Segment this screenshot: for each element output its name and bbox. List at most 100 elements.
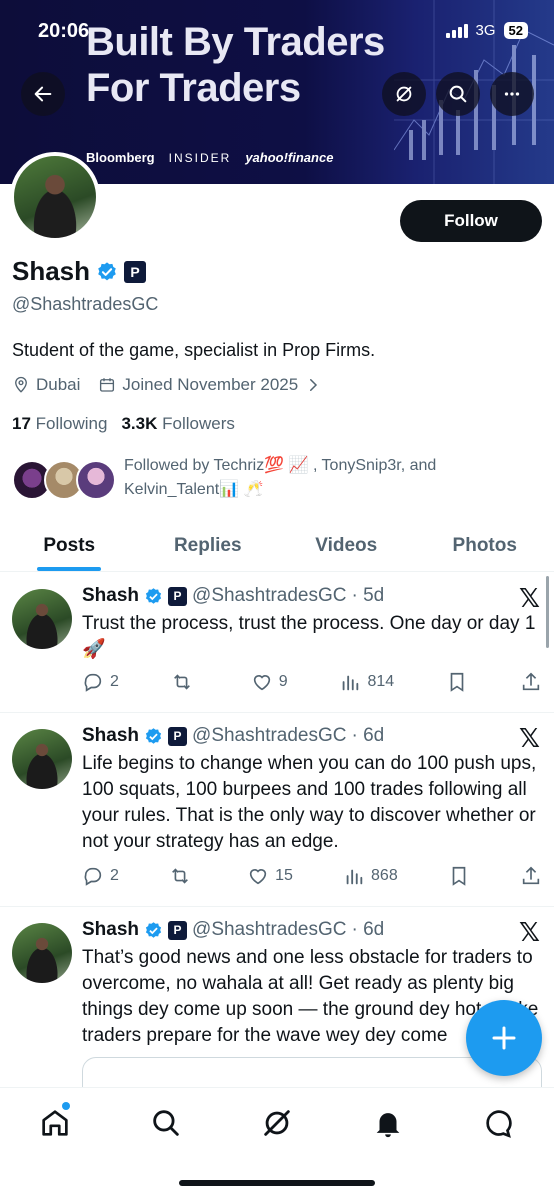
search-icon <box>153 1110 179 1136</box>
more-button[interactable] <box>490 72 534 116</box>
share-button[interactable] <box>520 671 542 693</box>
profile-bio: Student of the game, specialist in Prop … <box>12 340 376 360</box>
quoted-post[interactable] <box>82 1057 542 1087</box>
share-icon <box>522 866 540 885</box>
view-count: 814 <box>367 673 395 690</box>
post-header: Shash P @ShashtradesGC · 5d <box>82 585 384 607</box>
followers-count: 3.3K <box>121 414 158 433</box>
battery-icon: 52 <box>503 22 528 39</box>
retweet-button[interactable] <box>169 865 197 887</box>
heart-icon <box>249 869 267 885</box>
nav-search[interactable] <box>149 1106 183 1140</box>
post[interactable]: Shash P @ShashtradesGC · 6d 𝕏 That’s goo… <box>0 907 554 1087</box>
post-author-name: Shash <box>82 725 140 746</box>
post-author-handle: @ShashtradesGC <box>192 725 347 746</box>
nav-notifications[interactable] <box>371 1106 405 1140</box>
grok-button[interactable] <box>382 72 426 116</box>
post-text: Life begins to change when you can do 10… <box>82 753 537 852</box>
back-button[interactable] <box>21 72 65 116</box>
following-link[interactable]: 17 Following <box>12 414 107 434</box>
grok-icon <box>264 1110 290 1136</box>
tab-replies[interactable]: Replies <box>139 520 278 571</box>
notification-dot <box>62 1102 70 1110</box>
profile-handle: @ShashtradesGC <box>12 294 159 314</box>
tab-posts[interactable]: Posts <box>0 520 139 571</box>
nav-home[interactable] <box>38 1106 72 1140</box>
post-author-handle: @ShashtradesGC <box>192 919 347 940</box>
retweet-icon <box>172 868 188 884</box>
bookmark-button[interactable] <box>446 671 468 693</box>
reply-count: 2 <box>110 673 119 690</box>
post-time: · 6d <box>351 919 385 940</box>
avatar[interactable] <box>12 729 72 789</box>
verified-badge-icon <box>145 587 162 604</box>
nav-grok[interactable] <box>260 1106 294 1140</box>
home-icon <box>42 1110 68 1136</box>
views-button[interactable]: 814 <box>339 671 394 693</box>
bookmark-button[interactable] <box>448 865 470 887</box>
home-indicator <box>179 1180 375 1186</box>
signal-icon <box>445 23 468 38</box>
banner-headline-2: For Traders <box>86 66 301 110</box>
view-count: 868 <box>371 867 398 884</box>
more-icon <box>504 92 520 96</box>
joined-date[interactable]: Joined November 2025 <box>98 375 322 395</box>
scrollbar[interactable] <box>546 576 549 648</box>
post[interactable]: Shash P @ShashtradesGC · 6d 𝕏 Life begin… <box>0 713 554 907</box>
nav-messages[interactable] <box>482 1106 516 1140</box>
location-text: Dubai <box>36 375 81 394</box>
search-icon <box>449 85 467 103</box>
post-time: · 5d <box>351 585 385 606</box>
location: Dubai <box>12 375 80 395</box>
verified-badge-icon <box>145 921 162 938</box>
share-icon <box>522 672 540 691</box>
post[interactable]: Shash P @ShashtradesGC · 5d 𝕏 Trust the … <box>0 573 554 713</box>
views-button[interactable]: 868 <box>343 865 398 887</box>
avatar[interactable] <box>12 923 72 983</box>
bell-icon <box>376 1113 400 1138</box>
network-type: 3G <box>475 22 496 39</box>
profile-name: Shash <box>12 256 91 286</box>
post-author-name: Shash <box>82 585 140 606</box>
yahoo-finance-logo: yahoo!finance <box>245 150 334 165</box>
post-header: Shash P @ShashtradesGC · 6d <box>82 725 384 747</box>
tab-videos[interactable]: Videos <box>277 520 416 571</box>
verified-badge-icon[interactable] <box>96 261 118 283</box>
reply-icon <box>84 673 102 692</box>
insider-logo: INSIDER <box>168 150 232 165</box>
profile-tabs: Posts Replies Videos Photos <box>0 520 554 572</box>
share-button[interactable] <box>520 865 542 887</box>
like-button[interactable]: 9 <box>251 671 288 693</box>
search-button[interactable] <box>436 72 480 116</box>
follow-counts: 17 Following 3.3K Followers <box>12 414 235 434</box>
tab-photos[interactable]: Photos <box>416 520 554 571</box>
followers-label: Followers <box>162 414 235 433</box>
profile-avatar[interactable] <box>10 152 100 242</box>
x-logo-icon: 𝕏 <box>519 917 540 947</box>
follow-button[interactable]: Follow <box>400 200 542 242</box>
back-arrow-icon <box>34 86 52 102</box>
retweet-button[interactable] <box>171 671 199 693</box>
followed-by-text: Followed by Techriz💯 📈 , TonySnip3r, and… <box>124 457 437 498</box>
plus-icon <box>492 1026 516 1050</box>
compose-button[interactable] <box>466 1000 542 1076</box>
message-icon <box>486 1110 512 1138</box>
like-button[interactable]: 15 <box>247 865 293 887</box>
following-label: Following <box>35 414 108 433</box>
calendar-icon <box>100 378 115 392</box>
avatar <box>76 460 116 500</box>
followers-link[interactable]: 3.3K Followers <box>121 414 234 434</box>
reply-count: 2 <box>110 867 119 884</box>
post-time: · 6d <box>351 725 385 746</box>
post-author-handle: @ShashtradesGC <box>192 585 347 606</box>
x-logo-icon: 𝕏 <box>519 583 540 613</box>
chevron-right-icon <box>310 379 318 391</box>
avatar[interactable] <box>12 589 72 649</box>
followed-by[interactable]: Followed by Techriz💯 📈 , TonySnip3r, and… <box>12 454 504 504</box>
follower-avatars <box>12 460 116 504</box>
reply-button[interactable]: 2 <box>82 671 119 693</box>
post-text: Trust the process, trust the process. On… <box>82 613 536 660</box>
reply-button[interactable]: 2 <box>82 865 119 887</box>
post-header: Shash P @ShashtradesGC · 6d <box>82 919 384 941</box>
affiliate-badge-icon[interactable]: P <box>124 260 147 283</box>
